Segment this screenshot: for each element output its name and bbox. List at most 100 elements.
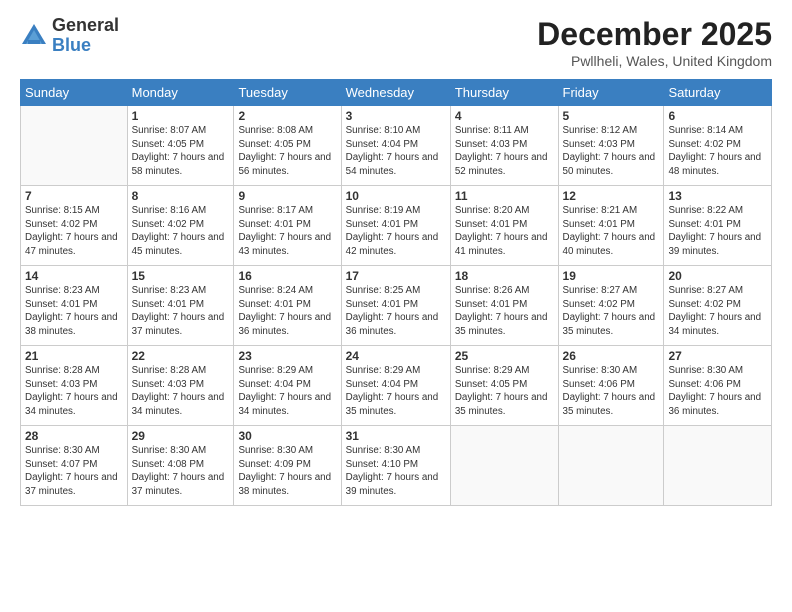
table-row: 2 Sunrise: 8:08 AM Sunset: 4:05 PM Dayli… — [234, 106, 341, 186]
table-row: 21 Sunrise: 8:28 AM Sunset: 4:03 PM Dayl… — [21, 346, 128, 426]
table-row: 26 Sunrise: 8:30 AM Sunset: 4:06 PM Dayl… — [558, 346, 664, 426]
col-monday: Monday — [127, 80, 234, 106]
daylight: Daylight: 7 hours and 34 minutes. — [238, 392, 331, 417]
day-number: 11 — [455, 189, 554, 203]
daylight: Daylight: 7 hours and 34 minutes. — [132, 392, 225, 417]
cell-info: Sunrise: 8:10 AM Sunset: 4:04 PM Dayligh… — [346, 124, 446, 179]
sunset: Sunset: 4:01 PM — [132, 299, 204, 310]
col-tuesday: Tuesday — [234, 80, 341, 106]
table-row: 14 Sunrise: 8:23 AM Sunset: 4:01 PM Dayl… — [21, 266, 128, 346]
daylight: Daylight: 7 hours and 36 minutes. — [346, 312, 439, 337]
sunset: Sunset: 4:05 PM — [238, 139, 310, 150]
sunrise: Sunrise: 8:24 AM — [238, 285, 313, 296]
day-number: 28 — [25, 429, 123, 443]
cell-info: Sunrise: 8:19 AM Sunset: 4:01 PM Dayligh… — [346, 204, 446, 259]
daylight: Daylight: 7 hours and 37 minutes. — [132, 472, 225, 497]
table-row: 13 Sunrise: 8:22 AM Sunset: 4:01 PM Dayl… — [664, 186, 772, 266]
sunset: Sunset: 4:08 PM — [132, 459, 204, 470]
col-thursday: Thursday — [450, 80, 558, 106]
daylight: Daylight: 7 hours and 54 minutes. — [346, 152, 439, 177]
sunrise: Sunrise: 8:30 AM — [563, 365, 638, 376]
sunrise: Sunrise: 8:23 AM — [132, 285, 207, 296]
table-row: 9 Sunrise: 8:17 AM Sunset: 4:01 PM Dayli… — [234, 186, 341, 266]
cell-info: Sunrise: 8:30 AM Sunset: 4:09 PM Dayligh… — [238, 444, 336, 499]
title-block: December 2025 Pwllheli, Wales, United Ki… — [537, 16, 772, 69]
table-row — [664, 426, 772, 506]
daylight: Daylight: 7 hours and 34 minutes. — [668, 312, 761, 337]
sunrise: Sunrise: 8:10 AM — [346, 125, 421, 136]
sunrise: Sunrise: 8:30 AM — [25, 445, 100, 456]
cell-info: Sunrise: 8:20 AM Sunset: 4:01 PM Dayligh… — [455, 204, 554, 259]
daylight: Daylight: 7 hours and 48 minutes. — [668, 152, 761, 177]
day-number: 21 — [25, 349, 123, 363]
table-row: 22 Sunrise: 8:28 AM Sunset: 4:03 PM Dayl… — [127, 346, 234, 426]
sunrise: Sunrise: 8:28 AM — [132, 365, 207, 376]
sunrise: Sunrise: 8:23 AM — [25, 285, 100, 296]
table-row: 29 Sunrise: 8:30 AM Sunset: 4:08 PM Dayl… — [127, 426, 234, 506]
cell-info: Sunrise: 8:30 AM Sunset: 4:10 PM Dayligh… — [346, 444, 446, 499]
sunrise: Sunrise: 8:19 AM — [346, 205, 421, 216]
table-row: 24 Sunrise: 8:29 AM Sunset: 4:04 PM Dayl… — [341, 346, 450, 426]
sunset: Sunset: 4:03 PM — [563, 139, 635, 150]
daylight: Daylight: 7 hours and 41 minutes. — [455, 232, 548, 257]
sunrise: Sunrise: 8:22 AM — [668, 205, 743, 216]
daylight: Daylight: 7 hours and 35 minutes. — [455, 312, 548, 337]
sunrise: Sunrise: 8:20 AM — [455, 205, 530, 216]
day-number: 10 — [346, 189, 446, 203]
sunrise: Sunrise: 8:17 AM — [238, 205, 313, 216]
table-row: 28 Sunrise: 8:30 AM Sunset: 4:07 PM Dayl… — [21, 426, 128, 506]
main-title: December 2025 — [537, 16, 772, 53]
sunrise: Sunrise: 8:30 AM — [132, 445, 207, 456]
cell-info: Sunrise: 8:30 AM Sunset: 4:08 PM Dayligh… — [132, 444, 230, 499]
cell-info: Sunrise: 8:22 AM Sunset: 4:01 PM Dayligh… — [668, 204, 767, 259]
day-number: 2 — [238, 109, 336, 123]
table-row: 31 Sunrise: 8:30 AM Sunset: 4:10 PM Dayl… — [341, 426, 450, 506]
sunset: Sunset: 4:03 PM — [25, 379, 97, 390]
daylight: Daylight: 7 hours and 50 minutes. — [563, 152, 656, 177]
calendar-week-row: 28 Sunrise: 8:30 AM Sunset: 4:07 PM Dayl… — [21, 426, 772, 506]
sunset: Sunset: 4:09 PM — [238, 459, 310, 470]
table-row: 4 Sunrise: 8:11 AM Sunset: 4:03 PM Dayli… — [450, 106, 558, 186]
daylight: Daylight: 7 hours and 35 minutes. — [346, 392, 439, 417]
daylight: Daylight: 7 hours and 47 minutes. — [25, 232, 118, 257]
daylight: Daylight: 7 hours and 37 minutes. — [132, 312, 225, 337]
calendar-table: Sunday Monday Tuesday Wednesday Thursday… — [20, 79, 772, 506]
day-number: 18 — [455, 269, 554, 283]
cell-info: Sunrise: 8:26 AM Sunset: 4:01 PM Dayligh… — [455, 284, 554, 339]
col-friday: Friday — [558, 80, 664, 106]
cell-info: Sunrise: 8:16 AM Sunset: 4:02 PM Dayligh… — [132, 204, 230, 259]
daylight: Daylight: 7 hours and 35 minutes. — [563, 392, 656, 417]
sunrise: Sunrise: 8:29 AM — [346, 365, 421, 376]
table-row: 19 Sunrise: 8:27 AM Sunset: 4:02 PM Dayl… — [558, 266, 664, 346]
calendar-header-row: Sunday Monday Tuesday Wednesday Thursday… — [21, 80, 772, 106]
table-row: 12 Sunrise: 8:21 AM Sunset: 4:01 PM Dayl… — [558, 186, 664, 266]
col-wednesday: Wednesday — [341, 80, 450, 106]
sunset: Sunset: 4:01 PM — [25, 299, 97, 310]
sunset: Sunset: 4:01 PM — [238, 299, 310, 310]
table-row: 20 Sunrise: 8:27 AM Sunset: 4:02 PM Dayl… — [664, 266, 772, 346]
cell-info: Sunrise: 8:07 AM Sunset: 4:05 PM Dayligh… — [132, 124, 230, 179]
sunrise: Sunrise: 8:30 AM — [238, 445, 313, 456]
daylight: Daylight: 7 hours and 45 minutes. — [132, 232, 225, 257]
cell-info: Sunrise: 8:24 AM Sunset: 4:01 PM Dayligh… — [238, 284, 336, 339]
sunset: Sunset: 4:01 PM — [563, 219, 635, 230]
page-header: General Blue December 2025 Pwllheli, Wal… — [20, 16, 772, 69]
table-row: 5 Sunrise: 8:12 AM Sunset: 4:03 PM Dayli… — [558, 106, 664, 186]
cell-info: Sunrise: 8:27 AM Sunset: 4:02 PM Dayligh… — [563, 284, 660, 339]
sunset: Sunset: 4:06 PM — [668, 379, 740, 390]
sunrise: Sunrise: 8:27 AM — [668, 285, 743, 296]
table-row: 11 Sunrise: 8:20 AM Sunset: 4:01 PM Dayl… — [450, 186, 558, 266]
day-number: 22 — [132, 349, 230, 363]
calendar-week-row: 14 Sunrise: 8:23 AM Sunset: 4:01 PM Dayl… — [21, 266, 772, 346]
table-row — [450, 426, 558, 506]
sunset: Sunset: 4:05 PM — [132, 139, 204, 150]
cell-info: Sunrise: 8:29 AM Sunset: 4:04 PM Dayligh… — [238, 364, 336, 419]
day-number: 12 — [563, 189, 660, 203]
table-row: 8 Sunrise: 8:16 AM Sunset: 4:02 PM Dayli… — [127, 186, 234, 266]
cell-info: Sunrise: 8:28 AM Sunset: 4:03 PM Dayligh… — [132, 364, 230, 419]
cell-info: Sunrise: 8:27 AM Sunset: 4:02 PM Dayligh… — [668, 284, 767, 339]
day-number: 13 — [668, 189, 767, 203]
sunset: Sunset: 4:03 PM — [455, 139, 527, 150]
daylight: Daylight: 7 hours and 35 minutes. — [455, 392, 548, 417]
cell-info: Sunrise: 8:30 AM Sunset: 4:07 PM Dayligh… — [25, 444, 123, 499]
